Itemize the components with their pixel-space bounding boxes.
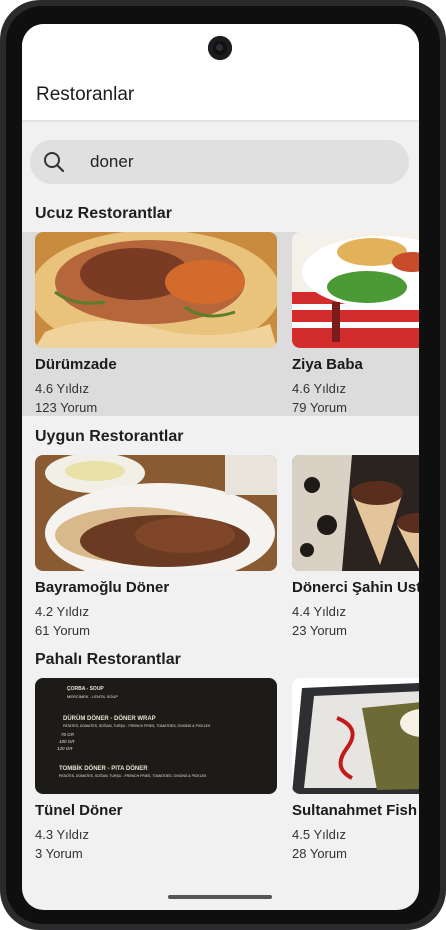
front-camera	[208, 36, 232, 60]
restaurant-rating: 4.2 Yıldız	[35, 604, 89, 619]
section-title-affordable: Uygun Restorantlar	[35, 428, 184, 445]
phone-frame: Restoranlar Ucuz Restorantlar	[0, 0, 446, 930]
menu-line: PATATES, DOMATES, SOĞAN, TURŞU - FRENCH …	[59, 774, 207, 778]
restaurant-name: Sultanahmet Fish House	[292, 802, 419, 819]
restaurant-photo[interactable]: ÇORBA - SOUP MERCİMEK - LENTIL SOUP DÜRÜ…	[35, 678, 277, 794]
menu-line: 100 GR	[59, 739, 75, 744]
restaurant-name: Tünel Döner	[35, 802, 123, 819]
restaurant-reviews: 123 Yorum	[35, 400, 98, 415]
search-bar[interactable]	[30, 140, 409, 184]
restaurant-name: Ziya Baba	[292, 356, 363, 373]
menu-line: TOMBİK DÖNER - PITA DÖNER	[59, 766, 148, 772]
restaurant-rating: 4.5 Yıldız	[292, 827, 346, 842]
restaurant-reviews: 23 Yorum	[292, 623, 347, 638]
menu-line: MERCİMEK - LENTIL SOUP	[67, 694, 118, 699]
restaurant-rating: 4.4 Yıldız	[292, 604, 346, 619]
menu-line: 120 GR	[57, 746, 73, 751]
restaurant-photo[interactable]	[35, 232, 277, 348]
menu-line: PATATES, DOMATES, SOĞAN, TURŞU - FRENCH …	[63, 724, 211, 728]
restaurant-photo[interactable]	[292, 678, 419, 794]
app-screen: Restoranlar Ucuz Restorantlar	[22, 24, 419, 910]
menu-line: ÇORBA - SOUP	[67, 686, 104, 692]
restaurant-reviews: 3 Yorum	[35, 846, 83, 861]
restaurant-reviews: 28 Yorum	[292, 846, 347, 861]
restaurant-card[interactable]: Sultanahmet Fish House 4.5 Yıldız 28 Yor…	[292, 678, 419, 862]
restaurant-rating: 4.6 Yıldız	[35, 381, 89, 396]
restaurant-card[interactable]: Dönerci Şahin Usta 4.4 Yıldız 23 Yorum	[292, 455, 419, 639]
menu-line: 70 GR	[61, 732, 75, 737]
restaurant-photo[interactable]	[35, 455, 277, 571]
restaurant-rating: 4.3 Yıldız	[35, 827, 89, 842]
restaurant-reviews: 61 Yorum	[35, 623, 90, 638]
restaurant-name: Bayramoğlu Döner	[35, 579, 170, 596]
restaurant-card[interactable]: ÇORBA - SOUP MERCİMEK - LENTIL SOUP DÜRÜ…	[35, 678, 277, 862]
page-title: Restoranlar	[36, 84, 135, 105]
restaurant-reviews: 79 Yorum	[292, 400, 347, 415]
restaurant-name: Dürümzade	[35, 356, 117, 373]
gesture-nav-handle[interactable]	[168, 895, 272, 899]
restaurant-rating: 4.6 Yıldız	[292, 381, 346, 396]
menu-board: ÇORBA - SOUP MERCİMEK - LENTIL SOUP DÜRÜ…	[35, 678, 277, 794]
restaurant-name: Dönerci Şahin Usta	[292, 579, 419, 596]
search-input[interactable]	[90, 140, 390, 184]
section-title-expensive: Pahalı Restorantlar	[35, 651, 181, 668]
restaurant-card[interactable]: Dürümzade 4.6 Yıldız 123 Yorum	[35, 232, 277, 416]
restaurant-card[interactable]: Ziya Baba 4.6 Yıldız 79 Yorum	[292, 232, 419, 416]
restaurant-photo[interactable]	[292, 455, 419, 571]
menu-line: DÜRÜM DÖNER - DÖNER WRAP	[63, 716, 156, 722]
search-icon[interactable]	[42, 150, 66, 174]
restaurant-photo[interactable]	[292, 232, 419, 348]
section-title-cheap: Ucuz Restorantlar	[35, 205, 172, 222]
restaurant-card[interactable]: Bayramoğlu Döner 4.2 Yıldız 61 Yorum	[35, 455, 277, 639]
